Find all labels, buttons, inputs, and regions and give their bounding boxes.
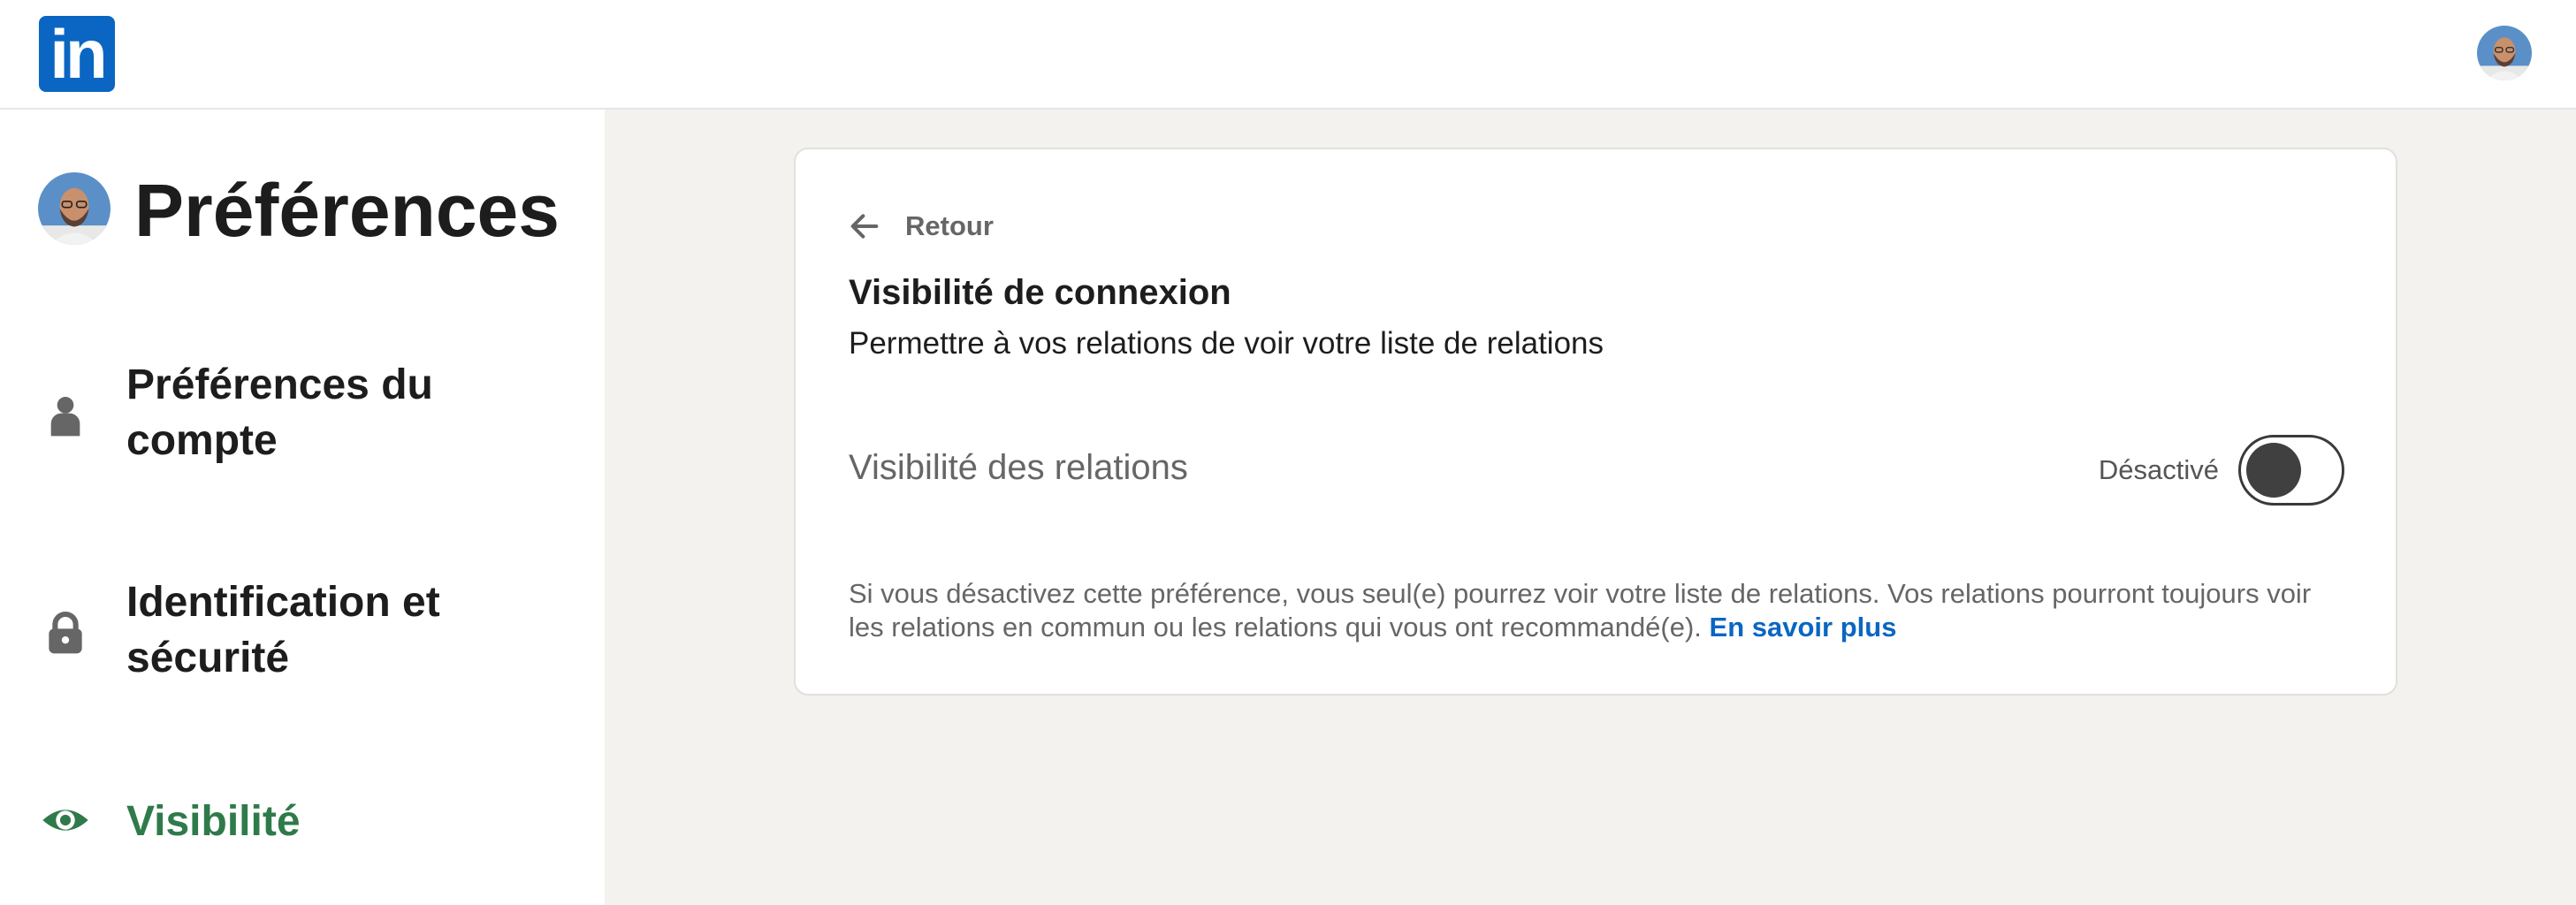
sidebar-avatar [38, 172, 111, 245]
sidebar-item-label: Identification et sécurité [126, 579, 440, 681]
arrow-left-icon [850, 214, 879, 239]
help-text-body: Si vous désactivez cette préférence, vou… [849, 578, 2312, 643]
toggle-status-label: Désactivé [2098, 454, 2219, 485]
page-title: Préférences [134, 169, 560, 252]
eye-icon [41, 795, 90, 845]
lock-icon [41, 608, 90, 658]
person-icon [41, 391, 90, 440]
sidebar-item-label: Visibilité [126, 798, 301, 845]
back-label: Retour [905, 210, 994, 241]
sidebar-item-security[interactable]: Identification et sécurité [0, 571, 605, 695]
profile-avatar[interactable] [2477, 26, 2532, 80]
back-button[interactable]: Retour [847, 202, 994, 250]
avatar-image [2477, 26, 2532, 80]
section-title: Visibilité de connexion [849, 273, 1231, 312]
setting-label: Visibilité des relations [849, 448, 1188, 487]
help-text: Si vous désactivez cette préférence, vou… [849, 577, 2351, 644]
avatar-image [38, 172, 111, 245]
visibility-settings-card: Retour Visibilité de connexion Permettre… [794, 148, 2397, 696]
sidebar-item-visibility[interactable]: Visibilité [0, 785, 605, 856]
sidebar-item-label: Préférences du compte [126, 361, 433, 464]
top-header: in [0, 0, 2576, 110]
section-description: Permettre à vos relations de voir votre … [849, 326, 1604, 361]
sidebar-item-account-preferences[interactable]: Préférences du compte [0, 354, 605, 477]
toggle-knob [2246, 443, 2301, 498]
linkedin-logo[interactable]: in [39, 16, 115, 92]
learn-more-link[interactable]: En savoir plus [1710, 612, 1897, 643]
connection-visibility-toggle[interactable] [2238, 435, 2344, 506]
